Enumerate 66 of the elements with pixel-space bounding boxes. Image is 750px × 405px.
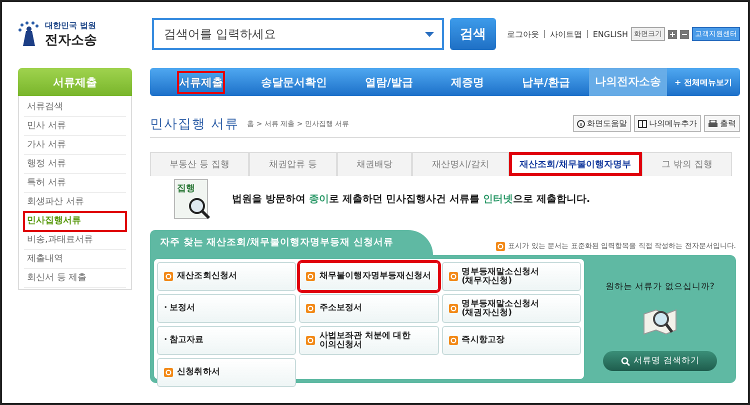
logo-icon	[18, 21, 40, 47]
question-text: 원하는 서류가 없으십니까?	[606, 281, 714, 293]
all-menu-link[interactable]: + 전체메뉴보기	[666, 76, 740, 88]
tab[interactable]: 채권배당	[336, 152, 412, 176]
form-button[interactable]: 명부등재말소신청서 (채권자신청)	[442, 294, 581, 323]
search-field[interactable]: 검색어를 입력하세요	[152, 18, 444, 50]
sidebar-item[interactable]: 행정 서류	[24, 155, 126, 174]
sidebar-item[interactable]: 특허 서류	[24, 174, 126, 193]
form-button[interactable]: 주소보정서	[299, 294, 439, 323]
dropdown-caret-icon[interactable]	[425, 32, 434, 36]
form-button[interactable]: 신청취하서	[157, 358, 296, 387]
form-button[interactable]: 즉시항고장	[442, 326, 581, 355]
tab[interactable]: 채권압류 등	[249, 152, 337, 176]
toolbar-button[interactable]: 출력	[704, 115, 740, 132]
page-title: 민사집행 서류	[150, 116, 240, 132]
sidebar-item[interactable]: 가사 서류	[24, 136, 126, 155]
form-button[interactable]: 명부등재말소신청서 (채무자신청)	[442, 262, 581, 291]
form-button[interactable]: 재산조회신청서	[157, 262, 296, 291]
sidebar-item[interactable]: 회신서 등 제출	[24, 269, 126, 288]
form-button[interactable]: · 참고자료	[157, 326, 296, 355]
sidebar-title: 서류제출	[18, 68, 132, 96]
sidebar-item[interactable]: 민사 서류	[24, 117, 126, 136]
zoom-in-icon[interactable]	[668, 30, 677, 38]
search-button[interactable]: 검색	[450, 18, 496, 50]
nav-item[interactable]: 송달문서확인	[261, 72, 327, 92]
tab[interactable]: 부동산 등 집행	[150, 152, 250, 176]
document-icon	[306, 336, 316, 345]
search-icon	[620, 356, 630, 366]
toolbar-button[interactable]: 화면도움말	[573, 115, 631, 132]
sidebar-item[interactable]: 민사집행서류	[24, 212, 126, 231]
tab[interactable]: 재산조회/채무불이행자명부	[508, 152, 642, 176]
printer-icon	[708, 120, 718, 128]
sidebar-item[interactable]: 비송,과태료서류	[24, 231, 126, 250]
form-button[interactable]: 사법보좌관 처분에 대한 이의신청서	[299, 326, 439, 355]
tab[interactable]: 재산명시/감치	[412, 152, 509, 176]
form-button[interactable]: · 보정서	[157, 294, 296, 323]
notice-text: 법원을 방문하여 종이로 제출하던 민사집행사건 서류를 인터넷으로 제출합니다.	[232, 193, 590, 206]
panel-title: 자주 찾는 재산조회/채무불이행자명부등재 신청서류	[150, 230, 434, 255]
nav-item[interactable]: 제증명	[451, 72, 484, 92]
form-button[interactable]: 채무불이행자명부등재신청서	[299, 262, 439, 291]
document-search-button[interactable]: 서류명 검색하기	[602, 351, 718, 371]
document-icon	[306, 304, 316, 313]
document-icon	[448, 304, 458, 313]
nav-item[interactable]: 서류제출	[179, 72, 223, 92]
top-link[interactable]: ENGLISH	[592, 30, 628, 38]
document-icon	[448, 336, 458, 345]
nav-item[interactable]: 납부/환급	[522, 72, 570, 92]
top-link[interactable]: 사이트맵	[550, 28, 582, 40]
info-icon	[577, 120, 585, 128]
top-link[interactable]: 로그아웃	[506, 28, 539, 40]
tab[interactable]: 그 밖의 집행	[642, 152, 732, 176]
sidebar-item[interactable]: 제출내역	[24, 250, 126, 269]
logo-subtitle: 대한민국 법원	[45, 20, 97, 30]
sidebar-item[interactable]: 서류검색	[24, 98, 126, 117]
document-icon	[448, 272, 458, 281]
sidebar-item[interactable]: 회생파산 서류	[24, 193, 126, 212]
document-icon	[496, 242, 506, 250]
execution-document-icon: 집행	[174, 179, 208, 219]
logo-title: 전자소송	[45, 32, 97, 48]
zoom-out-icon[interactable]	[680, 30, 689, 38]
document-icon	[164, 368, 173, 377]
nav-item[interactable]: 열람/발급	[365, 72, 414, 92]
document-icon	[164, 272, 173, 281]
toolbar-button[interactable]: 나의메뉴추가	[634, 115, 701, 132]
book-icon	[638, 120, 647, 128]
document-icon	[306, 272, 316, 281]
